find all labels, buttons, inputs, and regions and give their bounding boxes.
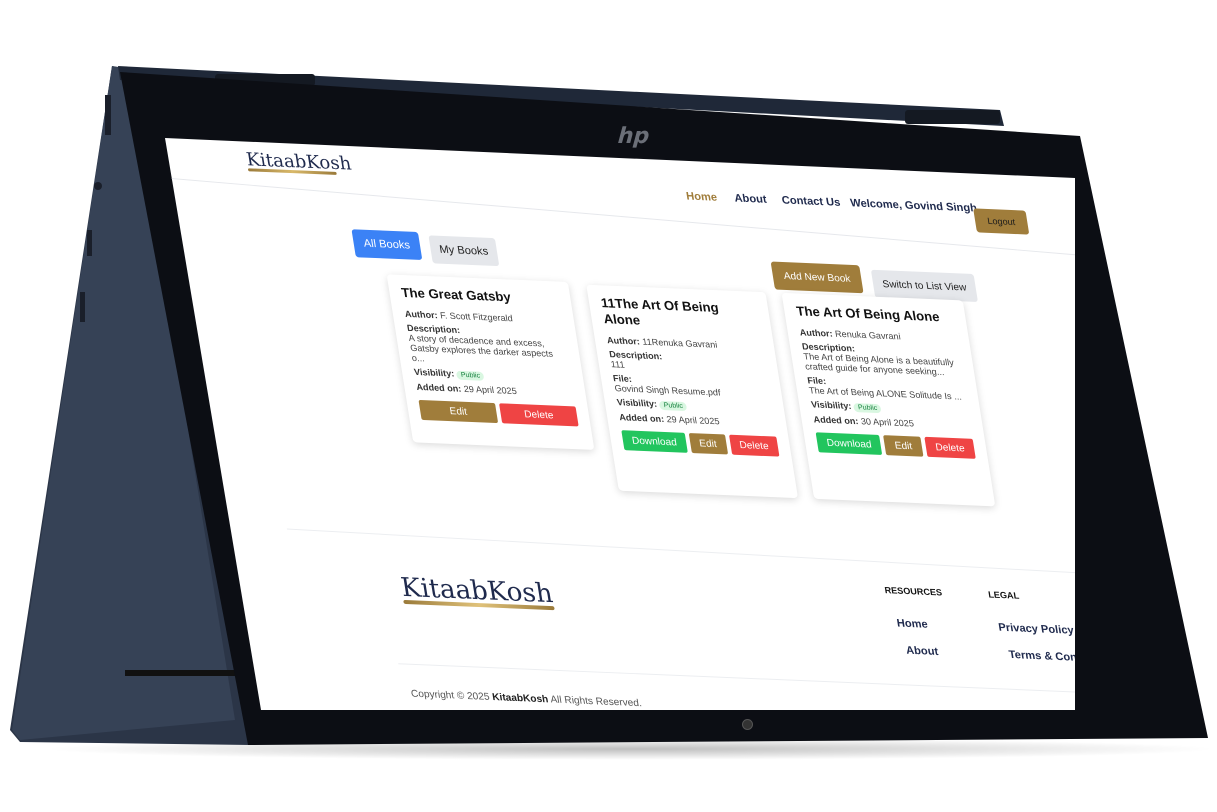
book-title: The Great Gatsby (400, 284, 512, 305)
book-title: The Art Of Being Alone (795, 303, 941, 325)
webcam-icon (742, 719, 753, 730)
added-date: 30 April 2025 (860, 416, 915, 429)
footer-logo[interactable]: KitaabKosh (399, 573, 555, 611)
book-card: The Great Gatsby Author: F. Scott Fitzge… (386, 274, 595, 450)
book-card: The Art Of Being Alone Author: Renuka Ga… (781, 292, 996, 507)
edit-button[interactable]: Edit (688, 432, 728, 455)
book-author: Renuka Gavrani (834, 328, 902, 342)
edit-button[interactable]: Edit (883, 435, 924, 457)
download-button[interactable]: Download (621, 430, 688, 453)
visibility-badge: Public (456, 370, 485, 381)
book-card: 11The Art Of Being Alone Author: 11Renuk… (586, 284, 799, 499)
book-author: 11Renuka Gavrani (641, 336, 718, 350)
nav-contact[interactable]: Contact Us (781, 194, 841, 208)
tab-all-books[interactable]: All Books (351, 229, 423, 260)
delete-button[interactable]: Delete (728, 434, 780, 457)
tab-my-books[interactable]: My Books (428, 235, 500, 267)
welcome-user: Welcome, Govind Singh (849, 197, 978, 215)
footer-link-home[interactable]: Home (896, 617, 929, 630)
screen: KitaabKosh Home About Contact Us Welcome… (165, 138, 1075, 710)
add-new-book-button[interactable]: Add New Book (770, 261, 864, 294)
delete-button[interactable]: Delete (499, 403, 579, 427)
legal-heading: LEGAL (987, 589, 1020, 601)
logout-button[interactable]: Logout (973, 208, 1030, 235)
download-button[interactable]: Download (815, 432, 883, 455)
edit-button[interactable]: Edit (418, 399, 499, 424)
header-divider (171, 178, 1075, 274)
nav-about[interactable]: About (734, 192, 768, 205)
port (105, 95, 111, 135)
visibility-badge: Public (659, 400, 688, 412)
footer-link-about[interactable]: About (905, 645, 939, 658)
visibility-badge: Public (853, 403, 883, 414)
footer-link-terms[interactable]: Terms & Conditions (1008, 649, 1075, 665)
port (87, 230, 92, 256)
nav-home[interactable]: Home (685, 190, 718, 203)
book-title: 11The Art Of Being Alone (599, 295, 720, 328)
resources-heading: RESOURCES (883, 585, 943, 598)
site-logo[interactable]: KitaabKosh (245, 149, 353, 175)
hp-logo-icon: hp (614, 124, 653, 149)
delete-button[interactable]: Delete (924, 436, 976, 459)
added-date: 29 April 2025 (462, 383, 518, 397)
book-author: F. Scott Fitzgerald (439, 310, 514, 324)
port (80, 292, 85, 322)
footer-link-privacy[interactable]: Privacy Policy (998, 622, 1075, 637)
port (94, 182, 102, 190)
book-description: A story of decadence and excess, Gatsby … (407, 332, 554, 364)
hinge-right (905, 110, 1000, 124)
added-date: 29 April 2025 (665, 414, 721, 427)
copyright-text: Copyright © 2025 KitaabKosh All Rights R… (410, 688, 643, 710)
